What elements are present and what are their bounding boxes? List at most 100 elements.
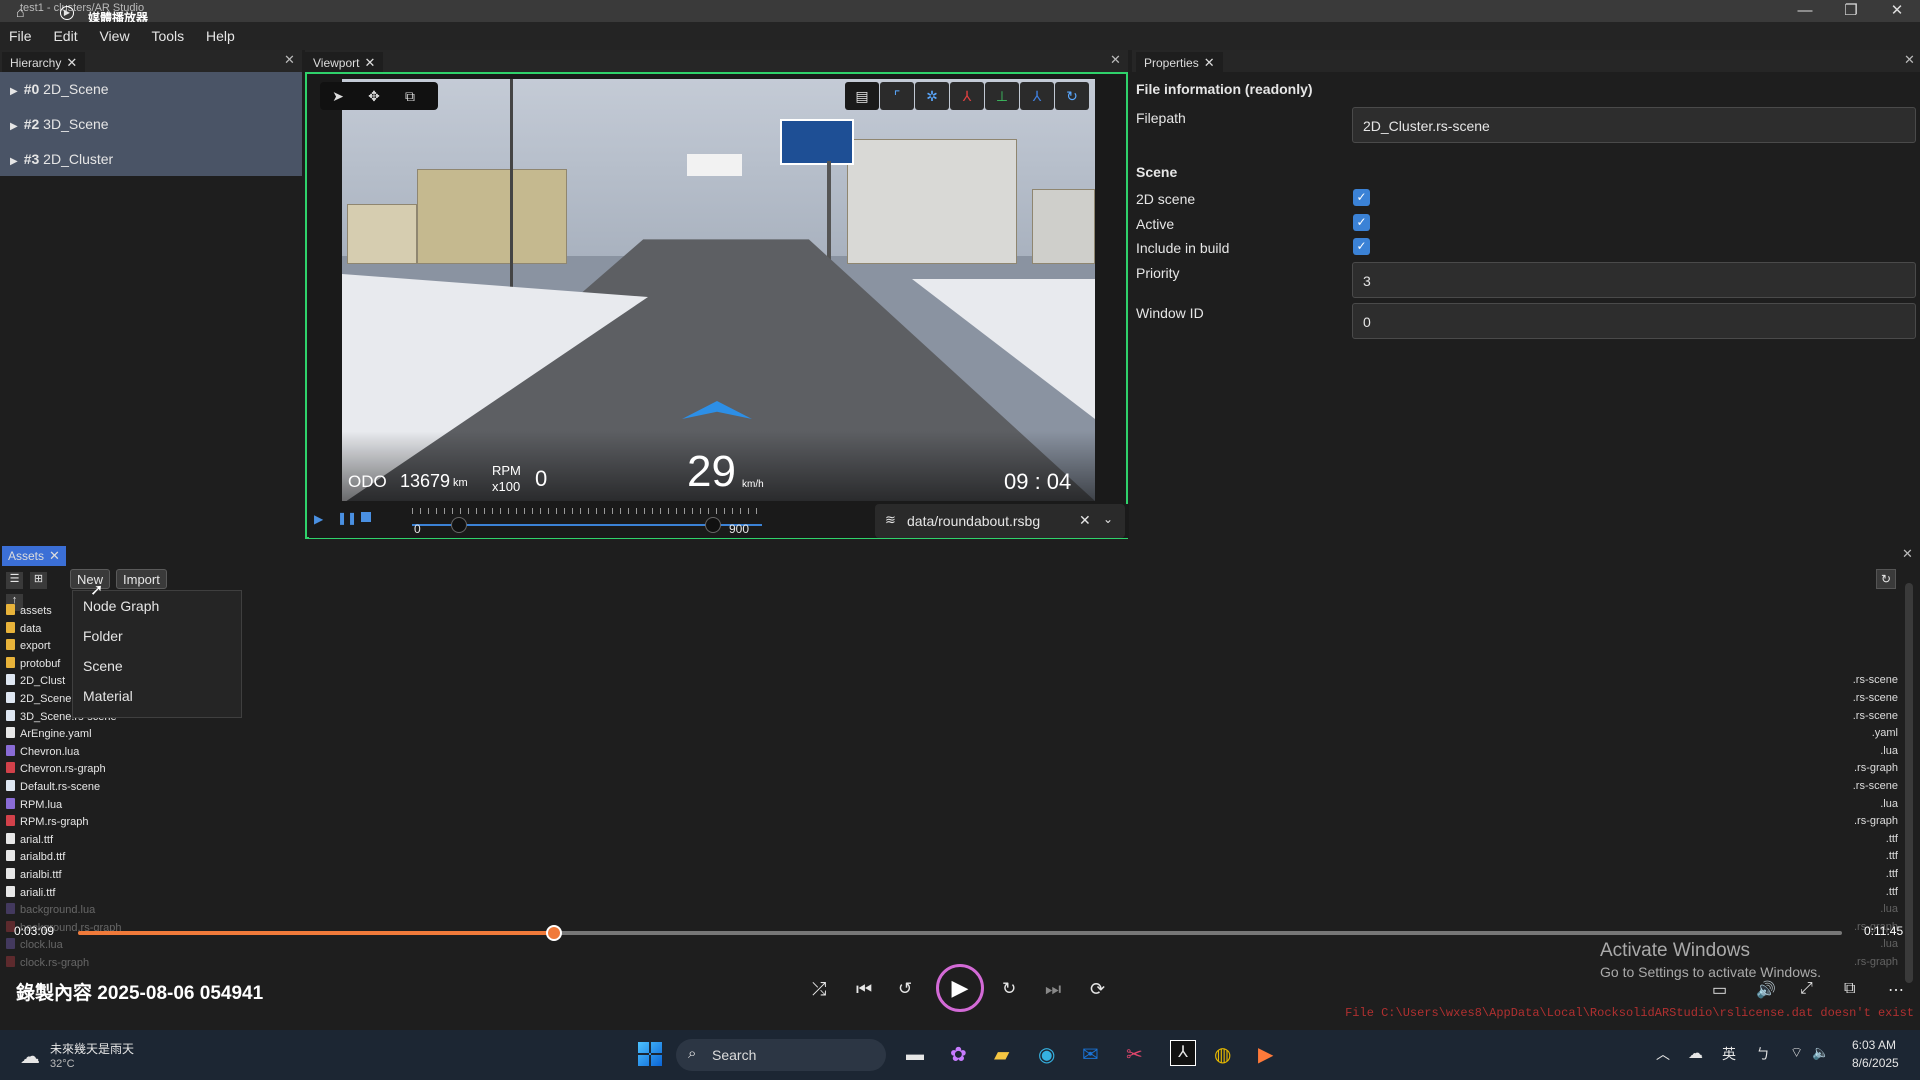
home-icon[interactable]: ⌂ [16,4,24,20]
outlook-icon[interactable]: ✉ [1082,1042,1099,1067]
chevron-down-icon[interactable]: ⌄ [1103,512,1113,526]
asset-file-item[interactable]: Chevron.rs-graph [6,762,106,779]
next-icon[interactable]: ⏭ [1045,979,1061,1000]
tab-assets[interactable]: Assets ✕ [2,546,66,566]
close-icon[interactable]: ✕ [364,55,375,70]
timeline-start-handle[interactable] [451,517,467,533]
miniplayer-icon[interactable]: ⧉ [1844,980,1855,998]
restore-button[interactable]: ❐ [1828,0,1874,22]
media-player-taskbar-icon[interactable]: ▶ [1258,1042,1273,1067]
data-file-selector[interactable]: ≋ data/roundabout.rsbg ✕ ⌄ [875,504,1125,538]
menu-file[interactable]: File [0,22,41,44]
scene2d-checkbox[interactable]: ✓ [1353,189,1370,206]
stop-icon[interactable] [361,512,371,522]
menu-item-scene[interactable]: Scene [73,651,241,681]
chrome-icon[interactable]: ◍ [1214,1042,1231,1067]
close-panel-icon[interactable]: ✕ [284,52,295,68]
more-options-icon[interactable]: ⋯ [1888,980,1904,1000]
move-tool-icon[interactable]: ✥ [356,82,392,110]
pause-icon[interactable]: ❚❚ [337,511,357,525]
clock-time[interactable]: 6:03 AM [1852,1038,1896,1052]
list-view-icon[interactable]: ☰ [6,572,23,589]
play-icon[interactable]: ▶ [314,512,323,526]
tab-properties[interactable]: Properties ✕ [1136,52,1223,72]
onedrive-icon[interactable]: ☁ [1688,1044,1703,1062]
shuffle-icon[interactable]: ⤮ [812,979,826,1000]
refresh-icon[interactable]: ↻ [1876,569,1896,589]
close-panel-icon[interactable]: ✕ [1110,52,1121,68]
copilot-icon[interactable]: ✿ [950,1042,967,1067]
rewind-10-icon[interactable]: ↺ [898,979,912,999]
captions-icon[interactable]: ▭ [1712,980,1727,1000]
asset-file-item[interactable]: data [6,621,41,639]
task-view-icon[interactable]: ▬ [906,1044,924,1065]
menu-item-folder[interactable]: Folder [73,621,241,651]
snipping-tool-icon[interactable]: ✂ [1126,1042,1143,1067]
asset-file-item[interactable]: 2D_Clust [6,674,65,691]
forward-30-icon[interactable]: ↻ [1002,979,1016,999]
refresh-icon[interactable]: ↻ [1055,82,1089,110]
asset-file-item[interactable]: RPM.rs-graph [6,815,88,832]
tab-hierarchy[interactable]: Hierarchy ✕ [2,52,86,72]
asset-file-item[interactable]: assets [6,604,52,621]
asset-file-item[interactable]: ArEngine.yaml [6,727,92,744]
hierarchy-item-2d-scene[interactable]: ▶ #0 2D_Scene [0,72,302,107]
scale-tool-icon[interactable]: ⧉ [392,82,428,110]
minimize-button[interactable]: — [1782,0,1828,22]
volume-icon[interactable]: 🔊 [1756,980,1776,1000]
close-window-button[interactable]: ✕ [1874,0,1920,22]
asset-file-item[interactable]: Default.rs-scene [6,780,100,797]
asset-file-item[interactable]: protobuf [6,656,60,674]
expand-arrow-icon[interactable]: ▶ [10,121,18,132]
close-panel-icon[interactable]: ✕ [1904,52,1915,68]
include-in-build-checkbox[interactable]: ✓ [1353,238,1370,255]
asset-file-item[interactable]: 2D_Scene [6,692,71,709]
window-id-field[interactable]: 0 [1352,303,1916,339]
menu-tools[interactable]: Tools [142,22,193,44]
hierarchy-item-3d-scene[interactable]: ▶ #2 3D_Scene [0,107,302,142]
expand-arrow-icon[interactable]: ▶ [10,156,18,167]
settings-gizmo-icon[interactable]: ✲ [915,82,949,110]
asset-file-item[interactable]: background.lua [6,903,95,920]
tab-viewport[interactable]: Viewport ✕ [305,52,384,72]
seek-bar-thumb[interactable] [546,925,563,941]
select-tool-icon[interactable]: ➤ [320,82,356,110]
ar-studio-icon[interactable]: ⅄ [1170,1040,1196,1066]
taskbar-search-box[interactable]: ⌕ Search [676,1039,886,1071]
menu-help[interactable]: Help [197,22,244,44]
timeline-end-handle[interactable] [705,517,721,533]
grid-view-icon[interactable]: ⊞ [30,572,47,589]
close-icon[interactable]: ✕ [1204,55,1215,70]
menu-edit[interactable]: Edit [44,22,86,44]
align-icon[interactable]: ⌜ [880,82,914,110]
view-mode-icon[interactable]: ▤ [845,82,879,110]
input-language[interactable]: 英 [1722,1044,1736,1064]
axis-x-icon[interactable]: ⅄ [950,82,984,110]
seek-bar[interactable] [78,925,1842,941]
axis-z-icon[interactable]: ⅄ [1020,82,1054,110]
start-icon[interactable] [638,1042,662,1066]
clear-file-icon[interactable]: ✕ [1079,512,1091,529]
viewport-frame[interactable]: ODO 13679 km RPM x100 0 29 km/h 09 : 04 … [305,72,1129,539]
close-icon[interactable]: ✕ [49,548,60,563]
clock-date[interactable]: 8/6/2025 [1852,1056,1899,1070]
asset-file-item[interactable]: RPM.lua [6,797,62,815]
ime-icon[interactable]: ㄅ [1756,1044,1770,1064]
weather-text[interactable]: 未來幾天是雨天 [50,1040,134,1057]
import-button[interactable]: Import [116,569,167,589]
previous-icon[interactable]: ⏮ [856,979,872,1000]
asset-file-item[interactable]: arial.ttf [6,832,53,850]
asset-file-item[interactable]: export [6,639,51,656]
axis-y-icon[interactable]: ⊥ [985,82,1019,110]
file-explorer-icon[interactable]: ▰ [994,1042,1009,1067]
close-icon[interactable]: ✕ [66,55,77,70]
repeat-icon[interactable]: ⟳ [1090,979,1105,1000]
asset-file-item[interactable]: ariali.ttf [6,885,55,903]
filepath-field[interactable]: 2D_Cluster.rs-scene [1352,107,1916,143]
close-panel-icon[interactable]: ✕ [1902,546,1913,562]
expand-arrow-icon[interactable]: ▶ [10,86,18,97]
priority-field[interactable]: 3 [1352,262,1916,298]
show-hidden-icons[interactable]: ︿ [1656,1044,1670,1064]
speaker-icon[interactable]: 🔈 [1812,1044,1829,1061]
weather-icon[interactable]: ☁ [20,1044,40,1069]
